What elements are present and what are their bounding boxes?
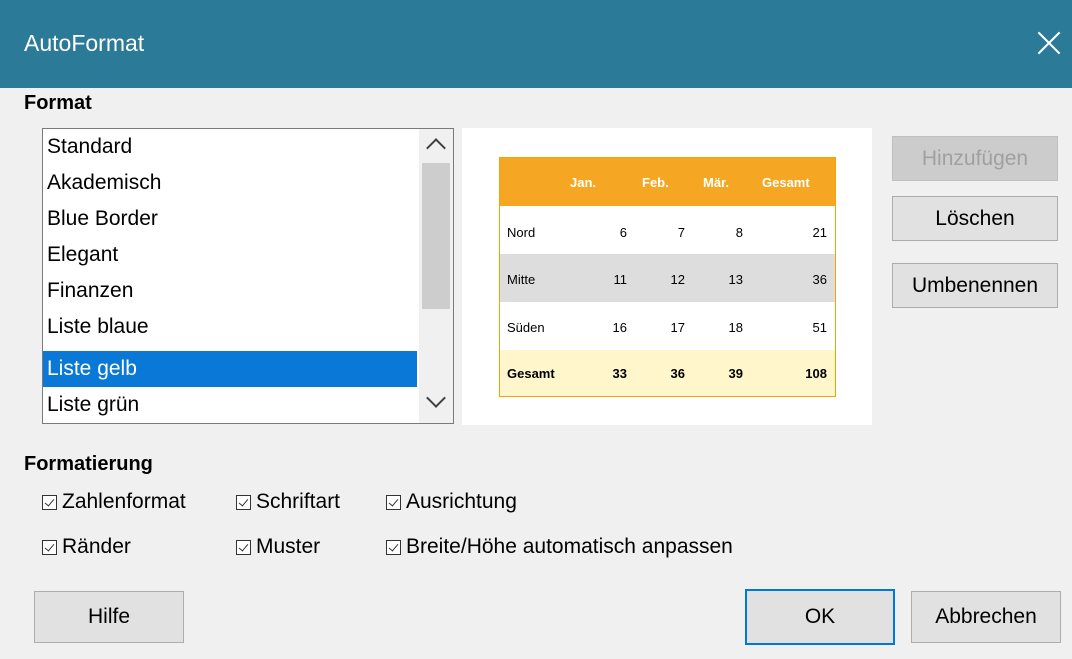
delete-button-label: Löschen (935, 207, 1015, 230)
formatting-section-label: Formatierung (24, 453, 153, 475)
help-button[interactable]: Hilfe (34, 591, 184, 643)
preview-cell: 51 (812, 320, 827, 335)
preview-cell: 16 (612, 320, 627, 335)
add-button-label: Hinzufügen (921, 147, 1029, 170)
rename-button[interactable]: Umbenennen (892, 263, 1058, 308)
preview-row-label: Mitte (507, 272, 536, 287)
alignment-label: Ausrichtung (406, 490, 517, 513)
list-item-selected[interactable]: Liste gelb (43, 351, 417, 387)
preview-table: Jan. Feb. Mär. Gesamt Nord 6 7 8 21 Mitt… (499, 157, 836, 397)
list-item[interactable]: Akademisch (43, 165, 417, 201)
add-button[interactable]: Hinzufügen (892, 136, 1058, 181)
list-item[interactable]: Standard (43, 129, 417, 165)
number-format-checkbox[interactable]: Zahlenformat (42, 490, 186, 514)
pattern-checkbox[interactable]: Muster (236, 535, 320, 559)
preview-header-row: Jan. Feb. Mär. Gesamt (500, 158, 835, 206)
scroll-up-icon[interactable] (426, 138, 446, 158)
checkbox-check-icon[interactable] (42, 539, 57, 555)
autofit-label: Breite/Höhe automatisch anpassen (406, 535, 733, 558)
close-icon[interactable] (1034, 28, 1064, 58)
preview-cell: 18 (728, 320, 743, 335)
ok-button[interactable]: OK (745, 589, 895, 645)
scroll-down-icon[interactable] (426, 388, 446, 408)
preview-cell: 21 (812, 225, 827, 240)
rename-button-label: Umbenennen (911, 274, 1039, 297)
font-label: Schriftart (256, 490, 341, 513)
preview-row-label: Gesamt (507, 366, 555, 381)
list-scrollbar[interactable] (419, 129, 453, 423)
preview-cell: 33 (612, 366, 627, 381)
preview-cell: 8 (735, 225, 743, 240)
list-item[interactable]: Blue Border (43, 201, 417, 237)
preview-total-row: Gesamt 33 36 39 108 (500, 350, 835, 396)
preview-cell: 36 (812, 272, 827, 287)
autofit-checkbox[interactable]: Breite/Höhe automatisch anpassen (386, 535, 733, 559)
format-preview: Jan. Feb. Mär. Gesamt Nord 6 7 8 21 Mitt… (462, 128, 872, 425)
window-title: AutoFormat (24, 30, 145, 56)
preview-row: Nord 6 7 8 21 (500, 206, 835, 254)
preview-cell: 39 (728, 366, 743, 381)
ok-button-label: OK (804, 605, 836, 628)
scroll-thumb[interactable] (422, 163, 450, 309)
number-format-label: Zahlenformat (62, 490, 186, 513)
preview-row-label: Nord (507, 225, 536, 240)
checkbox-check-icon[interactable] (236, 494, 251, 510)
borders-checkbox[interactable]: Ränder (42, 535, 131, 559)
delete-button[interactable]: Löschen (892, 196, 1058, 241)
pattern-label: Muster (256, 535, 321, 558)
title-bar: AutoFormat (0, 0, 1072, 88)
preview-cell: 11 (613, 272, 628, 287)
format-listbox[interactable]: Standard Akademisch Blue Border Elegant … (42, 128, 454, 424)
borders-label: Ränder (62, 535, 131, 558)
checkbox-check-icon[interactable] (42, 494, 57, 510)
list-item[interactable]: Elegant (43, 237, 417, 273)
preview-row: Mitte 11 12 13 36 (500, 254, 835, 302)
preview-cell: 6 (619, 225, 627, 240)
preview-cell: 12 (670, 272, 685, 287)
alignment-checkbox[interactable]: Ausrichtung (386, 490, 517, 514)
preview-cell: 13 (728, 272, 743, 287)
preview-cell: 17 (670, 320, 685, 335)
preview-header-cell: Feb. (642, 175, 669, 190)
preview-cell: 108 (805, 366, 827, 381)
preview-header-cell: Jan. (570, 175, 597, 190)
preview-row-label: Süden (507, 320, 545, 335)
preview-cell: 7 (677, 225, 685, 240)
preview-header-cell: Gesamt (762, 175, 810, 190)
cancel-button-label: Abbrechen (935, 605, 1037, 628)
checkbox-check-icon[interactable] (386, 494, 401, 510)
cancel-button[interactable]: Abbrechen (911, 591, 1061, 643)
preview-header-cell: Mär. (703, 175, 730, 190)
help-button-label: Hilfe (87, 605, 130, 628)
format-section-label: Format (24, 92, 92, 114)
font-checkbox[interactable]: Schriftart (236, 490, 340, 514)
preview-cell: 36 (670, 366, 685, 381)
list-item[interactable]: Liste blaue (43, 309, 417, 345)
list-item[interactable]: Finanzen (43, 273, 417, 309)
preview-row: Süden 16 17 18 51 (500, 302, 835, 350)
checkbox-check-icon[interactable] (236, 539, 251, 555)
checkbox-check-icon[interactable] (386, 539, 401, 555)
list-item[interactable]: Liste grün (43, 387, 417, 423)
